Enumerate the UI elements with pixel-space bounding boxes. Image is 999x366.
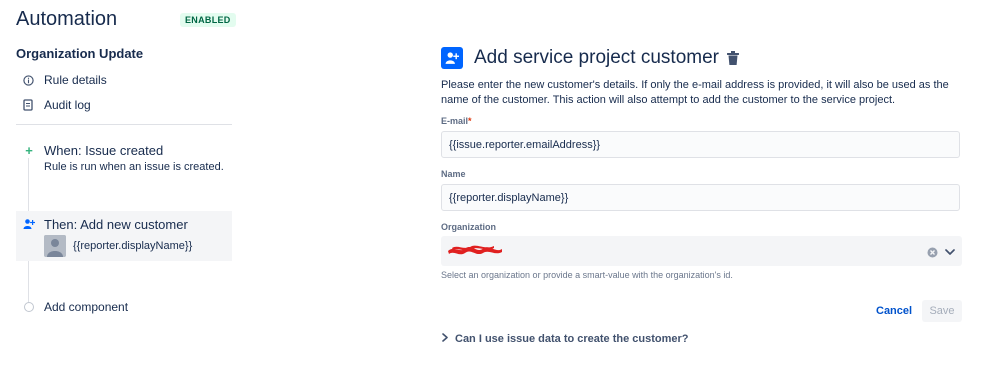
sidebar-item-label: Audit log xyxy=(44,98,91,112)
required-marker: * xyxy=(468,116,472,126)
email-field[interactable]: {{issue.reporter.emailAddress}} xyxy=(441,131,960,158)
divider xyxy=(16,124,232,125)
add-component-button[interactable]: Add component xyxy=(44,300,128,314)
trigger-subtitle: Rule is run when an issue is created. xyxy=(44,161,224,173)
save-button[interactable]: Save xyxy=(922,300,962,322)
panel-title: Add service project customer xyxy=(474,47,719,68)
trash-icon[interactable] xyxy=(726,50,740,66)
info-icon xyxy=(22,74,34,86)
sidebar-item-audit-log[interactable]: Audit log xyxy=(22,98,91,112)
organization-help-text: Select an organization or provide a smar… xyxy=(441,270,733,280)
add-customer-icon xyxy=(441,47,463,69)
panel-description: Please enter the new customer's details.… xyxy=(441,79,949,106)
redacted-value xyxy=(448,245,502,255)
trigger-step[interactable]: + When: Issue created Rule is run when a… xyxy=(16,141,232,181)
rule-name: Organization Update xyxy=(16,46,144,61)
trigger-title: When: Issue created xyxy=(44,143,164,158)
sidebar-item-rule-details[interactable]: Rule details xyxy=(22,73,107,87)
add-component-dot xyxy=(24,302,34,312)
action-subtitle: {{reporter.displayName}} xyxy=(73,240,193,252)
faq-label: Can I use issue data to create the custo… xyxy=(455,333,689,345)
chevron-right-icon xyxy=(442,333,448,345)
name-label: Name xyxy=(441,169,466,179)
sidebar-item-label: Rule details xyxy=(44,73,107,87)
cancel-button[interactable]: Cancel xyxy=(870,301,918,321)
document-icon xyxy=(22,99,34,111)
organization-label: Organization xyxy=(441,222,497,232)
organization-select[interactable] xyxy=(441,236,962,266)
chevron-down-icon[interactable] xyxy=(944,245,956,257)
plus-icon: + xyxy=(21,142,37,158)
clear-icon[interactable] xyxy=(927,245,938,258)
app-title: Automation xyxy=(16,8,118,30)
avatar xyxy=(44,235,66,257)
email-label: E-mail* xyxy=(441,116,472,126)
faq-expander[interactable]: Can I use issue data to create the custo… xyxy=(442,333,689,345)
action-title: Then: Add new customer xyxy=(44,217,188,232)
status-badge: ENABLED xyxy=(180,13,236,27)
add-customer-icon xyxy=(21,216,37,232)
name-field[interactable]: {{reporter.displayName}} xyxy=(441,184,960,211)
